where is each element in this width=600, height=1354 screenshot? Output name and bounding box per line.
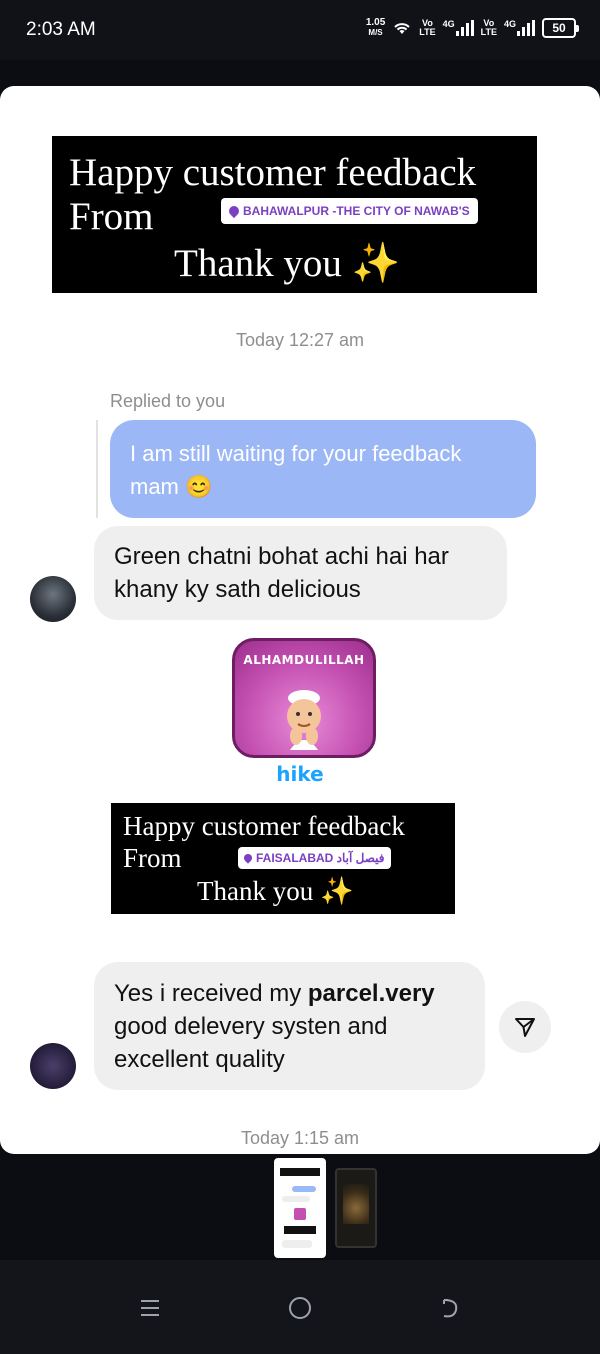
timestamp-2: Today 1:15 am [240,1128,360,1148]
navigation-bar [0,1260,600,1354]
thumbnail-1[interactable] [274,1158,326,1258]
status-bar: 2:03 AM 1.05 M/S Vo LTE 4G Vo LTE 4G 50 [0,0,600,60]
feedback-banner-2: Happy customer feedback From FAISALABAD … [111,803,455,914]
battery-icon: 50 [542,18,579,38]
back-button[interactable] [432,1290,468,1326]
replied-label: Replied to you [110,391,226,411]
sim1-signal-icon: 4G [443,20,474,36]
praying-boy-icon [287,690,321,750]
sender-avatar-2[interactable] [30,1043,76,1089]
status-time: 2:03 AM [26,19,96,40]
timestamp-1: Today 12:27 am [235,330,365,350]
recent-apps-icon [141,1300,159,1316]
hike-brand-label: hike [276,762,324,786]
location-pin-icon [242,852,254,864]
sender-avatar-1[interactable] [30,576,76,622]
received-message-1[interactable]: Green chatni bohat achi hai har khany ky… [94,526,507,620]
sim2-signal-icon: 4G [504,20,535,36]
received-message-2[interactable]: Yes i received my parcel.very good delev… [94,962,485,1090]
sim1-volte: Vo LTE [419,18,436,37]
home-button[interactable] [282,1290,318,1326]
thumbnail-2[interactable] [335,1168,377,1248]
wifi-icon [394,23,410,34]
banner-2-title: Happy customer feedback [123,811,405,841]
send-icon [515,1018,535,1037]
location-tag-2: FAISALABAD فیصل آباد [238,847,391,869]
recent-apps-button[interactable] [132,1290,168,1326]
sparkles-icon: ✨ [319,876,354,906]
back-icon [443,1299,458,1318]
alhamdulillah-sticker[interactable]: ALHAMDULILLAH [232,638,376,758]
banner-1-title: Happy customer feedback [69,151,477,194]
reply-indicator-line [96,420,98,518]
sparkles-icon: ✨ [351,242,401,285]
reply-message-bubble[interactable]: I am still waiting for your feedback mam… [110,420,536,518]
network-speed: 1.05 M/S [365,17,386,38]
banner-1-thanks: Thank you ✨ [174,242,401,285]
sim2-volte: Vo LTE [480,18,497,37]
feedback-banner-1: Happy customer feedback From BAHAWALPUR … [52,136,537,293]
location-pin-icon [226,203,242,219]
banner-2-thanks: Thank you ✨ [197,876,354,906]
status-icons: 1.05 M/S Vo LTE 4G Vo LTE 4G 50 [365,17,579,38]
chat-screenshot-card: Happy customer feedback From BAHAWALPUR … [0,86,600,1154]
home-icon [289,1297,311,1319]
thumbnail-strip [0,1154,600,1260]
share-button[interactable] [499,1001,551,1053]
banner-1-from: From [69,195,154,238]
banner-2-from: From [123,843,182,873]
location-tag-1: BAHAWALPUR -THE CITY OF NAWAB'S [221,198,478,224]
